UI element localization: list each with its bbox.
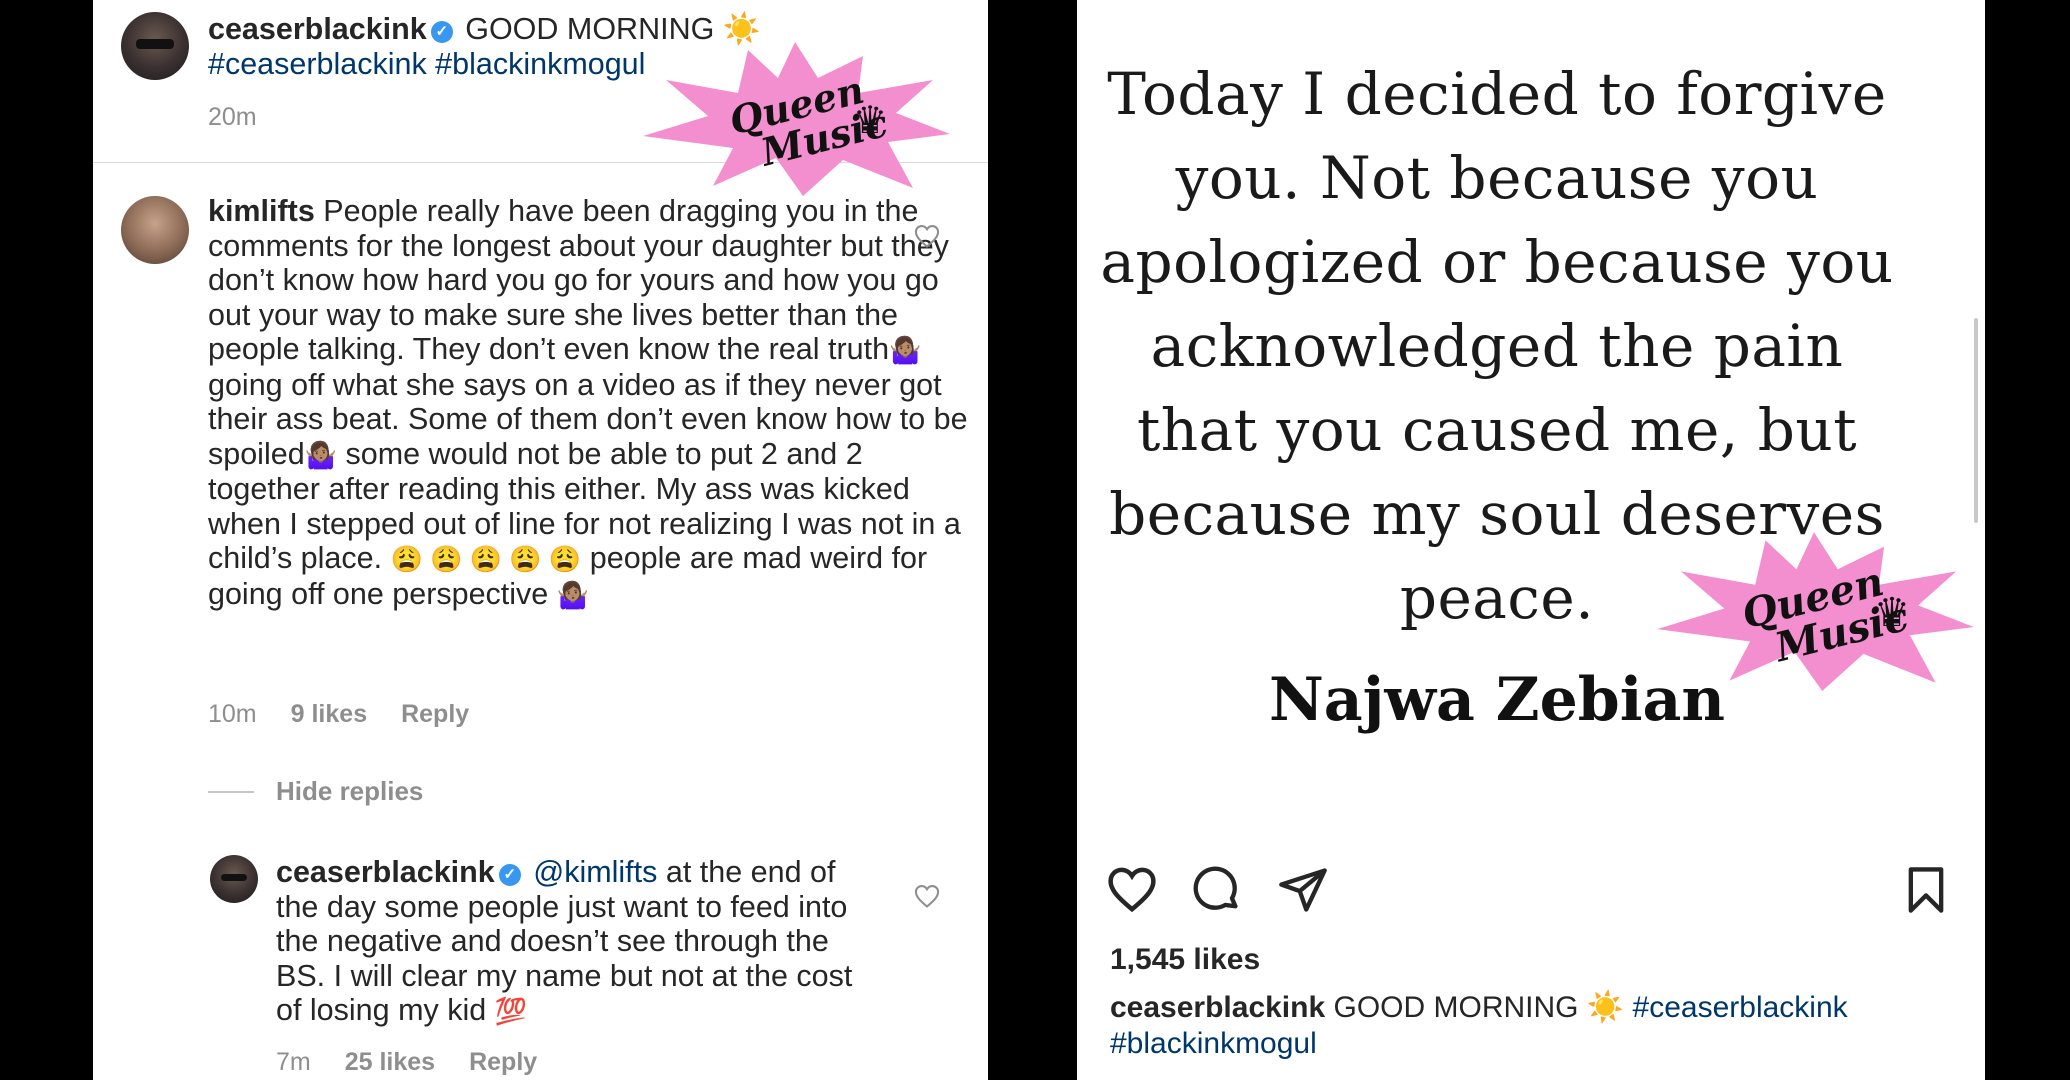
- hashtag-link[interactable]: #blackinkmogul: [1110, 1027, 1317, 1060]
- post-likes-count[interactable]: 1,545 likes: [1110, 943, 1260, 977]
- queen-music-watermark: Queen Music ♛: [638, 38, 953, 198]
- hide-replies-button[interactable]: Hide replies: [276, 776, 423, 807]
- shrug-emoji-icon: 🤷🏽‍♀️: [889, 335, 922, 365]
- verified-badge-icon: ✓: [430, 21, 453, 43]
- comment-meta: 10m 9 likes Reply: [208, 700, 503, 729]
- reply-meta: 7m 25 likes Reply: [276, 1048, 571, 1077]
- weary-face-emoji-icon: 😩 😩 😩 😩 😩: [390, 544, 582, 574]
- verified-badge-icon: ✓: [498, 864, 521, 886]
- like-reply-heart-icon[interactable]: [913, 882, 941, 910]
- hundred-points-emoji-icon: 💯: [494, 996, 528, 1026]
- comment-text: kimlifts People really have been draggin…: [208, 194, 968, 611]
- share-paper-plane-icon[interactable]: [1277, 864, 1329, 916]
- crown-icon: ♛: [853, 100, 888, 142]
- reply-time: 7m: [276, 1048, 311, 1076]
- post-author-username[interactable]: ceaserblackink: [1110, 991, 1325, 1024]
- scrollbar[interactable]: [1974, 318, 1978, 523]
- like-comment-heart-icon[interactable]: [913, 222, 941, 250]
- comment-likes[interactable]: 9 likes: [291, 700, 367, 728]
- post-timestamp: 20m: [208, 103, 257, 131]
- queen-music-watermark: Queen Music ♛: [1652, 528, 1977, 693]
- post-author-avatar[interactable]: [121, 12, 189, 80]
- post-hashtags[interactable]: #ceaserblackink #blackinkmogul: [208, 47, 645, 81]
- hashtag-link[interactable]: #ceaserblackink: [1633, 991, 1848, 1024]
- comment-time: 10m: [208, 700, 257, 728]
- hide-replies-line: [208, 791, 254, 793]
- save-bookmark-icon[interactable]: [1900, 864, 1952, 916]
- comment-username[interactable]: kimlifts: [208, 194, 315, 228]
- shrug-emoji-icon: 🤷🏽‍♀️: [556, 579, 590, 610]
- reply-username[interactable]: ceaserblackink: [276, 855, 495, 889]
- post-bottom-caption: ceaserblackink GOOD MORNING ☀️ #ceaserbl…: [1110, 990, 1940, 1062]
- shrug-emoji-icon: 🤷🏽‍♀️: [304, 439, 338, 470]
- reply-mention[interactable]: @kimlifts: [533, 855, 657, 889]
- comments-panel: ceaserblackink ✓ GOOD MORNING ☀️ #ceaserb…: [93, 0, 988, 1080]
- comment-avatar[interactable]: [121, 196, 189, 264]
- reply-button[interactable]: Reply: [469, 1048, 537, 1076]
- reply-text: ceaserblackink ✓ @kimlifts at the end of …: [276, 855, 853, 1027]
- post-panel: Today I decided to forgive you. Not beca…: [1077, 0, 1985, 1080]
- reply-avatar[interactable]: [210, 855, 258, 903]
- comment-bubble-icon[interactable]: [1191, 864, 1243, 916]
- like-heart-icon[interactable]: [1105, 862, 1159, 916]
- reply-button[interactable]: Reply: [401, 700, 469, 728]
- crown-icon: ♛: [1874, 591, 1910, 635]
- reply-likes[interactable]: 25 likes: [345, 1048, 435, 1076]
- post-caption-text: GOOD MORNING ☀️: [1333, 991, 1625, 1024]
- post-author-username[interactable]: ceaserblackink: [208, 12, 427, 46]
